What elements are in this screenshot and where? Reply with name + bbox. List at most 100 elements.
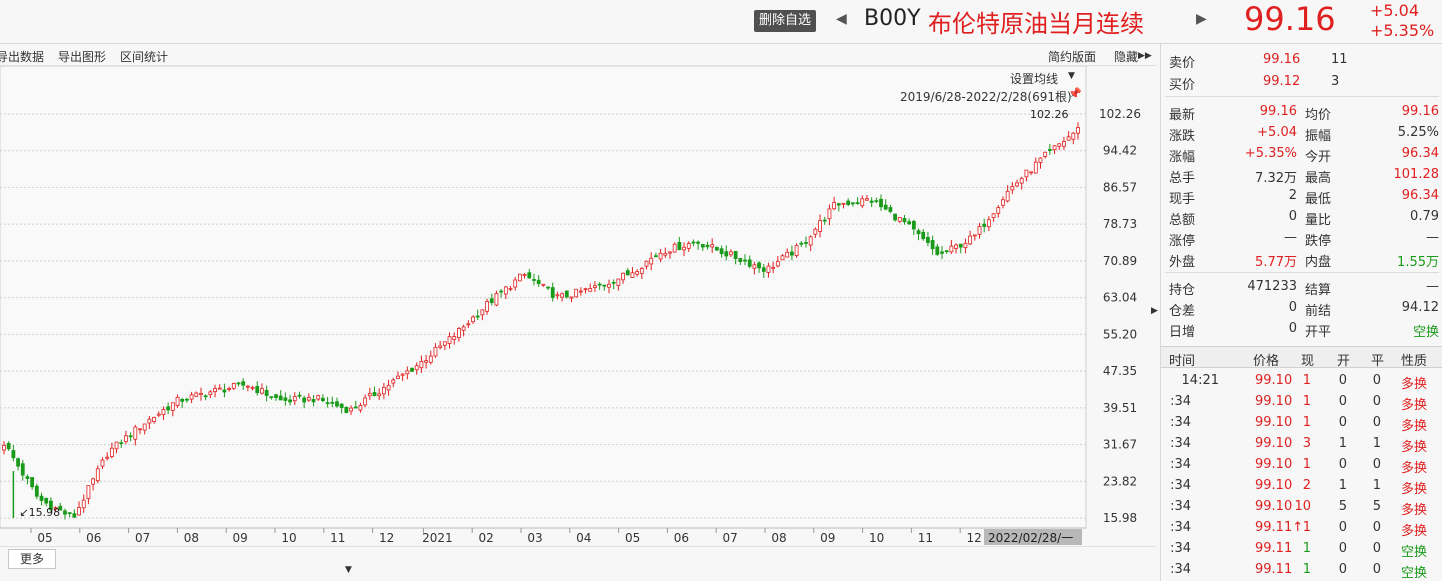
x-tick-label: 12 xyxy=(379,531,394,545)
quote-value: 94.12 xyxy=(1401,300,1439,315)
candle-body xyxy=(311,399,316,403)
candle-body xyxy=(288,399,292,403)
candle-body xyxy=(546,286,550,289)
ma-setting-button[interactable]: 设置均线 xyxy=(1010,70,1058,87)
candle-body xyxy=(827,208,832,220)
export-chart-button[interactable]: 导出图形 xyxy=(58,48,106,65)
x-tick-label: 08 xyxy=(771,531,786,545)
candle-body xyxy=(142,423,147,431)
remove-watchlist-button[interactable]: 删除自选 xyxy=(754,10,817,32)
more-tab[interactable]: 更多 xyxy=(8,549,56,569)
expand-side-icon[interactable]: ▶ xyxy=(1151,306,1158,316)
tick-vol: 3 xyxy=(1302,436,1311,451)
candle-body xyxy=(6,443,11,450)
candle-body xyxy=(986,219,991,228)
tick-time: :34 xyxy=(1170,457,1191,472)
candle-body xyxy=(926,236,930,243)
tick-price: 99.10 xyxy=(1255,415,1293,430)
candle-body xyxy=(691,241,696,244)
candle-body xyxy=(752,264,757,269)
candle-body xyxy=(940,251,944,254)
quote-label: 均价 xyxy=(1305,108,1332,123)
candle-body xyxy=(560,293,565,298)
tick-close: 0 xyxy=(1372,562,1381,577)
quote-row: 涨幅 +5.35% 今开 96.34 xyxy=(1161,143,1442,165)
ticks-column-header: 现 xyxy=(1301,354,1315,369)
candle-body xyxy=(63,510,67,515)
candle-body xyxy=(621,272,625,281)
candle-body xyxy=(1029,171,1034,174)
tick-row[interactable]: :34 99.11 1 0 0 空换 xyxy=(1161,538,1442,560)
y-tick-label: 94.42 xyxy=(1103,144,1137,158)
kline-chart-area[interactable]: 102.26 94.42 86.57 78.73 70.89 63.04 55.20 47.3… xyxy=(0,66,1156,546)
quote-value: 5.25% xyxy=(1397,125,1439,140)
candle-body xyxy=(377,393,382,397)
kline-chart[interactable]: 102.26 94.42 86.57 78.73 70.89 63.04 55.20 47.3… xyxy=(0,66,1156,546)
tick-open: 1 xyxy=(1338,436,1347,451)
next-symbol-icon[interactable]: ▶ xyxy=(1196,11,1207,27)
candle-body xyxy=(269,396,274,399)
tick-row[interactable]: :34 99.10 2 1 1 多换 xyxy=(1161,475,1442,497)
candle-body xyxy=(555,294,560,297)
candle-body xyxy=(550,287,555,298)
quote-value: 2 xyxy=(1288,188,1297,203)
candle-body xyxy=(386,384,391,391)
candle-body xyxy=(527,272,532,279)
tick-row[interactable]: :34 99.10 1 0 0 多换 xyxy=(1161,391,1442,413)
tick-vol: 1 xyxy=(1302,415,1311,430)
quote-value: 0 xyxy=(1288,209,1297,224)
candle-body xyxy=(832,202,837,210)
export-data-button[interactable]: 导出数据 xyxy=(0,48,44,65)
candle-body xyxy=(170,402,175,411)
tick-close: 0 xyxy=(1372,457,1381,472)
candle-body xyxy=(86,485,91,499)
candle-body xyxy=(916,230,921,235)
candle-body xyxy=(1001,199,1005,206)
candle-body xyxy=(532,279,536,281)
quote-label: 结算 xyxy=(1305,283,1332,298)
tick-time: :34 xyxy=(1170,520,1191,535)
candle-body xyxy=(433,346,438,357)
candle-body xyxy=(977,226,982,235)
candle-body xyxy=(339,403,344,408)
tick-row[interactable]: :34 99.10 3 1 1 多换 xyxy=(1161,433,1442,455)
simple-layout-button[interactable]: 简约版面 xyxy=(1048,48,1096,65)
ask-volume: 11 xyxy=(1331,52,1348,67)
candle-body xyxy=(95,468,100,482)
candle-body xyxy=(911,221,916,230)
candle-body xyxy=(391,379,396,384)
tick-open: 0 xyxy=(1338,520,1347,535)
candle-body xyxy=(16,458,20,467)
quote-value: 99.16 xyxy=(1259,104,1297,119)
candle-body xyxy=(804,242,808,244)
tick-open: 1 xyxy=(1338,478,1347,493)
candle-body xyxy=(175,396,180,406)
tick-row[interactable]: :34 99.10 1 0 0 多换 xyxy=(1161,454,1442,476)
tick-row[interactable]: 14:21 99.10 1 0 0 多换 xyxy=(1161,370,1442,392)
candle-body xyxy=(607,283,611,288)
candle-body xyxy=(438,345,443,348)
bid-label: 买价 xyxy=(1169,78,1196,93)
max-value-label: 102.26 xyxy=(1030,108,1069,121)
candle-body xyxy=(39,495,44,501)
tick-nature: 多换 xyxy=(1401,419,1428,434)
tick-row[interactable]: :34 99.10 1 0 0 多换 xyxy=(1161,412,1442,434)
hide-button[interactable]: 隐藏 xyxy=(1114,48,1138,65)
collapse-icon[interactable]: ▼ xyxy=(345,565,352,575)
tick-row[interactable]: :34 99.11 1 0 0 空换 xyxy=(1161,559,1442,581)
ma-dropdown-icon[interactable]: ▼ xyxy=(1068,71,1075,81)
quote-value: 5.77万 xyxy=(1255,255,1297,270)
prev-symbol-icon[interactable]: ◀ xyxy=(836,11,847,27)
tick-row[interactable]: :34 99.11↑ 1 0 0 多换 xyxy=(1161,517,1442,539)
bid-price: 99.12 xyxy=(1263,74,1301,89)
candle-body xyxy=(780,255,785,261)
quote-label: 量比 xyxy=(1305,213,1332,228)
range-stats-button[interactable]: 区间统计 xyxy=(120,48,168,65)
tick-row[interactable]: :34 99.10 10 5 5 多换 xyxy=(1161,496,1442,518)
candle-body xyxy=(775,261,780,267)
hide-arrow-icon[interactable]: ▶▶ xyxy=(1138,51,1152,61)
pin-icon[interactable]: 📌 xyxy=(1068,87,1082,100)
candle-body xyxy=(705,244,710,248)
x-tick-label: 05 xyxy=(625,531,640,545)
x-tick-label: 06 xyxy=(674,531,689,545)
